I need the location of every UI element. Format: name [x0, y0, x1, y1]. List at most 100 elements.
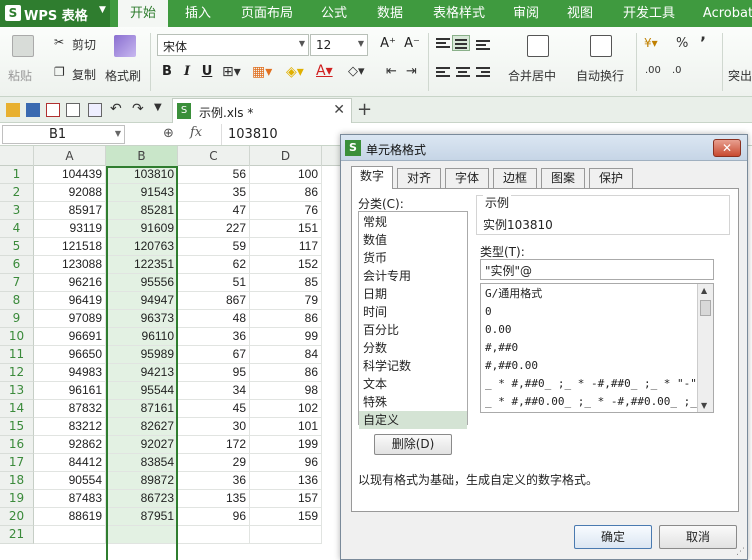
- cell-b[interactable]: 122351: [106, 256, 178, 274]
- resize-grip-icon[interactable]: ⋰: [736, 547, 745, 557]
- category-item[interactable]: 会计专用: [359, 267, 467, 285]
- type-list-item[interactable]: 0.00: [485, 321, 697, 339]
- menu-tab-view[interactable]: 视图: [558, 0, 602, 27]
- shrink-font-button[interactable]: A⁻: [401, 36, 423, 51]
- wrap-text-button[interactable]: 自动换行: [576, 67, 624, 84]
- type-list-item[interactable]: #,##0.00: [485, 357, 697, 375]
- cut-button[interactable]: 剪切: [72, 36, 96, 53]
- cell-b[interactable]: 95989: [106, 346, 178, 364]
- percent-button[interactable]: %: [676, 36, 688, 51]
- print-preview-icon[interactable]: [88, 103, 102, 117]
- row-header[interactable]: 4: [0, 220, 34, 238]
- row-header[interactable]: 10: [0, 328, 34, 346]
- cell-d[interactable]: 85: [250, 274, 322, 292]
- cell-c[interactable]: 48: [178, 310, 250, 328]
- category-item[interactable]: 科学记数: [359, 357, 467, 375]
- insert-function-button[interactable]: fx: [190, 125, 202, 140]
- row-header[interactable]: 14: [0, 400, 34, 418]
- row-header[interactable]: 11: [0, 346, 34, 364]
- menu-tab-developer[interactable]: 开发工具: [614, 0, 684, 27]
- cell-d[interactable]: [250, 526, 322, 544]
- dialog-tab-alignment[interactable]: 对齐: [397, 168, 441, 188]
- cell-c[interactable]: 172: [178, 436, 250, 454]
- cell-a[interactable]: 94983: [34, 364, 106, 382]
- scroll-down-icon[interactable]: ▼: [701, 401, 707, 410]
- zoom-icon[interactable]: ⊕: [163, 126, 174, 141]
- cell-c[interactable]: 227: [178, 220, 250, 238]
- type-list-item[interactable]: #,##0: [485, 339, 697, 357]
- cell-a[interactable]: 104439: [34, 166, 106, 184]
- increase-decimal-icon[interactable]: .00: [645, 65, 661, 76]
- category-item[interactable]: 日期: [359, 285, 467, 303]
- category-item[interactable]: 货币: [359, 249, 467, 267]
- cell-a[interactable]: 121518: [34, 238, 106, 256]
- type-list-scrollbar[interactable]: ▲ ▼: [697, 284, 713, 412]
- bold-button[interactable]: B: [158, 64, 176, 79]
- row-header[interactable]: 18: [0, 472, 34, 490]
- row-header[interactable]: 5: [0, 238, 34, 256]
- conditional-format-button[interactable]: 突出: [728, 67, 752, 84]
- cell-d[interactable]: 86: [250, 184, 322, 202]
- cell-c[interactable]: 96: [178, 508, 250, 526]
- row-header[interactable]: 17: [0, 454, 34, 472]
- category-item[interactable]: 自定义: [359, 411, 467, 429]
- cell-a[interactable]: 96650: [34, 346, 106, 364]
- decrease-indent-icon[interactable]: ⇤: [386, 64, 397, 79]
- cell-b[interactable]: 87161: [106, 400, 178, 418]
- align-top-icon[interactable]: [434, 36, 452, 52]
- ok-button[interactable]: 确定: [574, 525, 652, 549]
- cell-a[interactable]: 87832: [34, 400, 106, 418]
- cell-b[interactable]: 92027: [106, 436, 178, 454]
- cell-c[interactable]: 47: [178, 202, 250, 220]
- row-header[interactable]: 6: [0, 256, 34, 274]
- row-header[interactable]: 16: [0, 436, 34, 454]
- column-header-c[interactable]: C: [178, 146, 250, 166]
- cell-a[interactable]: 87483: [34, 490, 106, 508]
- cell-c[interactable]: 95: [178, 364, 250, 382]
- cell-c[interactable]: 62: [178, 256, 250, 274]
- dialog-tab-patterns[interactable]: 图案: [541, 168, 585, 188]
- row-header[interactable]: 1: [0, 166, 34, 184]
- cell-d[interactable]: 96: [250, 454, 322, 472]
- menu-tab-home[interactable]: 开始: [118, 0, 168, 27]
- dialog-title-bar[interactable]: S 单元格格式 ✕: [341, 135, 747, 161]
- decrease-decimal-icon[interactable]: .0: [672, 65, 682, 76]
- dialog-tab-number[interactable]: 数字: [351, 166, 393, 189]
- cell-a[interactable]: 96691: [34, 328, 106, 346]
- select-all-corner[interactable]: [0, 146, 34, 166]
- copy-button[interactable]: 复制: [72, 66, 96, 83]
- category-list[interactable]: 常规 数值 货币 会计专用 日期 时间 百分比 分数 科学记数 文本 特殊 自定义: [358, 211, 468, 429]
- underline-button[interactable]: U: [198, 64, 216, 79]
- cell-d[interactable]: 159: [250, 508, 322, 526]
- cell-c[interactable]: [178, 526, 250, 544]
- category-item[interactable]: 文本: [359, 375, 467, 393]
- cell-d[interactable]: 79: [250, 292, 322, 310]
- row-header[interactable]: 19: [0, 490, 34, 508]
- cell-d[interactable]: 99: [250, 328, 322, 346]
- save-icon[interactable]: [26, 103, 40, 117]
- cell-d[interactable]: 98: [250, 382, 322, 400]
- merge-center-button[interactable]: 合并居中: [508, 67, 556, 84]
- align-right-icon[interactable]: [474, 65, 492, 81]
- cell-c[interactable]: 51: [178, 274, 250, 292]
- cell-b[interactable]: 87951: [106, 508, 178, 526]
- menu-tab-acrobat[interactable]: Acrobat: [698, 0, 752, 27]
- clear-format-icon[interactable]: ◇▾: [348, 64, 365, 79]
- cell-c[interactable]: 59: [178, 238, 250, 256]
- paste-button[interactable]: 粘贴: [8, 67, 32, 84]
- align-bottom-icon[interactable]: [474, 36, 492, 52]
- cell-d[interactable]: 84: [250, 346, 322, 364]
- category-item[interactable]: 分数: [359, 339, 467, 357]
- cell-a[interactable]: 90554: [34, 472, 106, 490]
- cell-c[interactable]: 35: [178, 184, 250, 202]
- row-header[interactable]: 3: [0, 202, 34, 220]
- dialog-tab-protection[interactable]: 保护: [589, 168, 633, 188]
- fill-color-icon[interactable]: ◈▾: [286, 64, 304, 80]
- cell-a[interactable]: 92088: [34, 184, 106, 202]
- align-center-icon[interactable]: [454, 65, 472, 81]
- cell-a[interactable]: [34, 526, 106, 544]
- borders-icon[interactable]: ⊞▾: [222, 64, 241, 80]
- column-header-a[interactable]: A: [34, 146, 106, 166]
- export-pdf-icon[interactable]: [46, 103, 60, 117]
- cell-b[interactable]: 89872: [106, 472, 178, 490]
